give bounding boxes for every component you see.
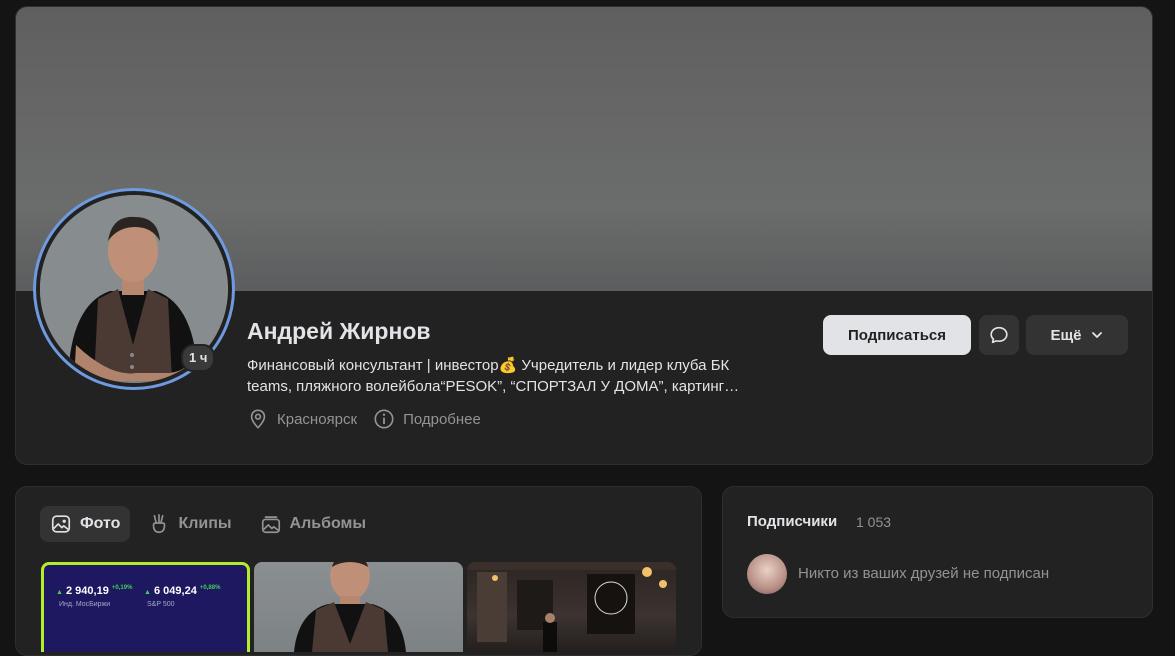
more-button[interactable]: Ещё (1026, 315, 1128, 355)
more-label: Ещё (1050, 326, 1082, 344)
moex-value-row: ▲ 2 940,19 +0,19% (56, 585, 132, 597)
tab-clips-label: Клипы (178, 515, 232, 532)
up-arrow-icon: ▲ (56, 589, 63, 596)
subscribe-button[interactable]: Подписаться (823, 315, 971, 355)
moex-change: +0,19% (111, 585, 133, 591)
tab-photos[interactable]: Фото (40, 506, 131, 542)
details-label: Подробнее (403, 410, 481, 428)
friend-avatar (747, 554, 787, 594)
subscribers-card: Подписчики 1 053 Никто из ваших друзей н… (722, 486, 1153, 618)
moex-label: Инд. МосБиржи (59, 601, 111, 608)
status-line-1: Финансовый консультант | инвестор💰 Учред… (247, 357, 730, 374)
city-label: Красноярск (277, 410, 358, 428)
tab-albums-label: Альбомы (289, 515, 367, 532)
image-icon (51, 515, 71, 533)
clips-icon (153, 514, 166, 534)
profile-name: Андрей Жирнов (247, 318, 431, 344)
up-arrow-icon: ▲ (144, 589, 151, 596)
online-badge: 1 ч (181, 344, 216, 372)
city-item[interactable]: Красноярск (247, 408, 357, 430)
tab-albums[interactable]: Альбомы (250, 506, 377, 542)
subscribers-note: Никто из ваших друзей не подписан (798, 565, 1050, 582)
chat-bubble-icon (990, 326, 1008, 344)
details-item[interactable]: Подробнее (373, 408, 481, 430)
tab-photos-label: Фото (80, 515, 121, 532)
message-button[interactable] (979, 315, 1019, 355)
sp-label: S&P 500 (147, 601, 175, 608)
media-tabs: Фото Клипы Альбомы (40, 506, 376, 542)
chevron-down-icon (1091, 332, 1102, 338)
sp-value-row: ▲ 6 049,24 +0,88% (144, 585, 220, 597)
sp-value: 6 049,24 (154, 585, 197, 597)
albums-icon (261, 516, 280, 534)
profile-meta: Красноярск Подробнее (247, 408, 481, 430)
status-line-2: teams, пляжного волейбола“PESOK”, “СПОРТ… (247, 378, 740, 395)
moex-value: 2 940,19 (66, 585, 109, 597)
sp-change: +0,88% (199, 585, 221, 591)
tab-clips[interactable]: Клипы (138, 506, 241, 542)
location-pin-icon (250, 409, 266, 429)
subscribers-title[interactable]: Подписчики (747, 513, 837, 530)
subscribers-count: 1 053 (856, 514, 892, 530)
media-card: Фото Клипы Альбомы ▲ 2 940,19 +0,19% Инд… (15, 486, 702, 656)
profile-status[interactable]: Финансовый консультант | инвестор💰 Учред… (247, 355, 787, 397)
info-icon (374, 409, 394, 429)
